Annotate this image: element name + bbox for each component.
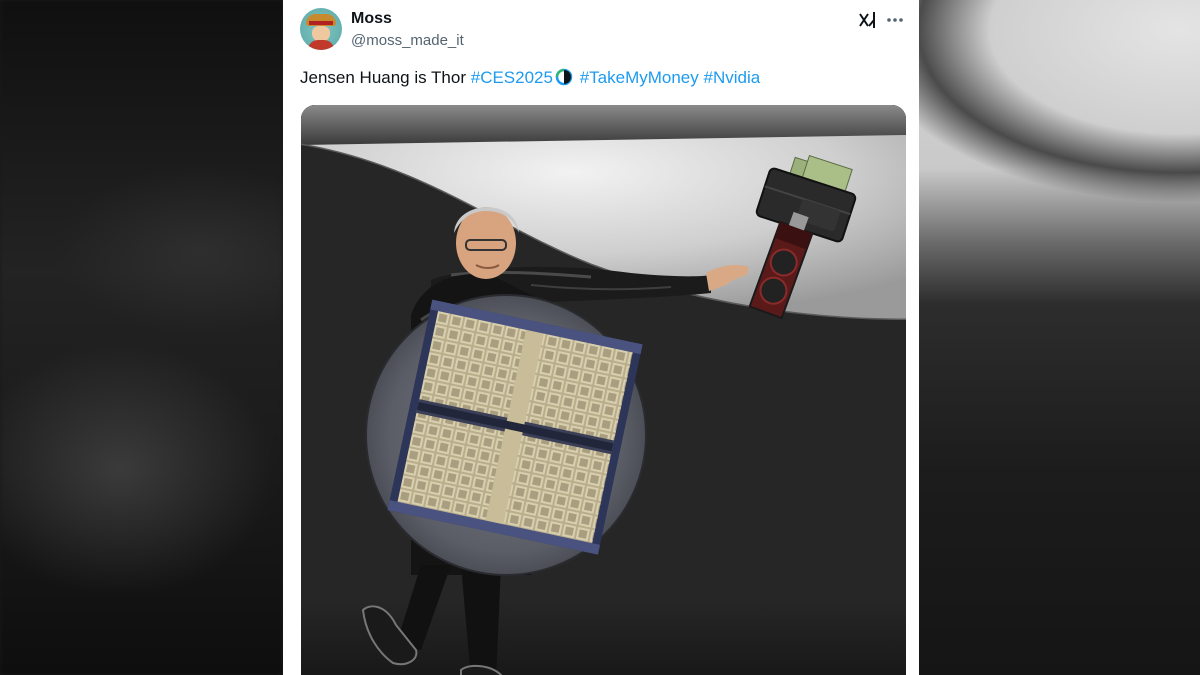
more-options-icon[interactable] <box>885 10 905 30</box>
avatar-icon[interactable] <box>300 8 342 50</box>
globe-icon <box>555 68 573 86</box>
meme-illustration <box>301 105 906 675</box>
tweet-header: Moss @moss_made_it <box>300 8 905 52</box>
chip-wafer-shield-icon <box>365 294 647 576</box>
blurred-background-right <box>919 0 1200 675</box>
display-name[interactable]: Moss <box>351 10 392 28</box>
jensen-huang-meme-image[interactable] <box>301 105 906 675</box>
screenshot-stage: Moss @moss_made_it Jensen Huang is Thor … <box>0 0 1200 675</box>
blurred-background-left <box>0 0 283 675</box>
grok-icon[interactable] <box>858 10 878 30</box>
tweet-card[interactable]: Moss @moss_made_it Jensen Huang is Thor … <box>283 0 919 675</box>
tweet-text-prefix: Jensen Huang is Thor <box>300 68 471 87</box>
hashtag-nvidia[interactable]: #Nvidia <box>704 68 761 87</box>
user-handle[interactable]: @moss_made_it <box>351 32 464 49</box>
hashtag-takemymoney[interactable]: #TakeMyMoney <box>580 68 699 87</box>
hashtag-ces2025[interactable]: #CES2025 <box>471 68 553 87</box>
tweet-text: Jensen Huang is Thor #CES2025 #TakeMyMon… <box>300 68 910 88</box>
blurred-stage-curve <box>919 0 1200 300</box>
